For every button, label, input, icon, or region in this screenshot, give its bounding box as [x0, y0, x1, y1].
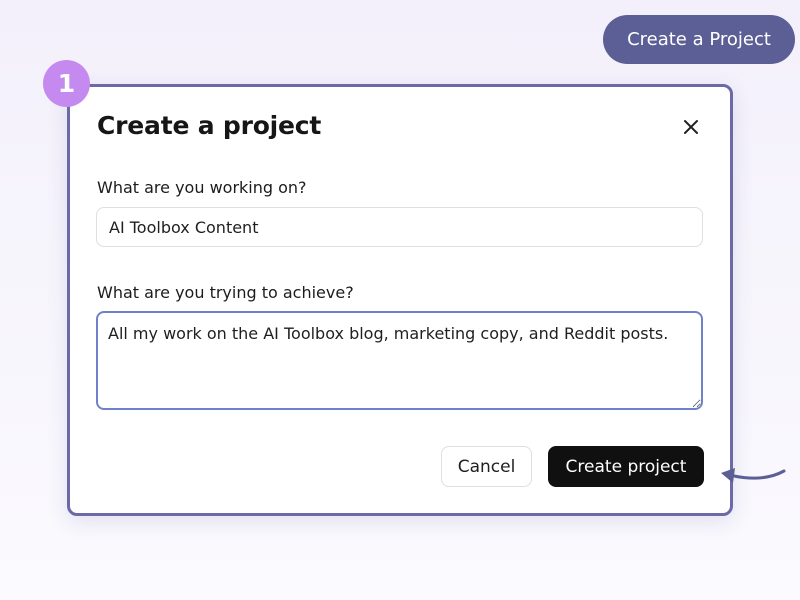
create-project-button[interactable]: Create project	[548, 446, 704, 487]
cancel-button[interactable]: Cancel	[441, 446, 532, 487]
close-icon[interactable]	[680, 116, 702, 138]
achieve-label: What are you trying to achieve?	[97, 283, 354, 302]
step-number-badge: 1	[43, 60, 90, 107]
achieve-textarea[interactable]: All my work on the AI Toolbox blog, mark…	[96, 311, 703, 410]
working-on-label: What are you working on?	[97, 178, 307, 197]
pointer-arrow-icon	[721, 468, 786, 483]
create-a-project-button[interactable]: Create a Project	[603, 15, 795, 64]
dialog-title: Create a project	[97, 111, 322, 140]
working-on-input[interactable]	[96, 207, 703, 247]
create-project-dialog: Create a project What are you working on…	[67, 84, 733, 516]
